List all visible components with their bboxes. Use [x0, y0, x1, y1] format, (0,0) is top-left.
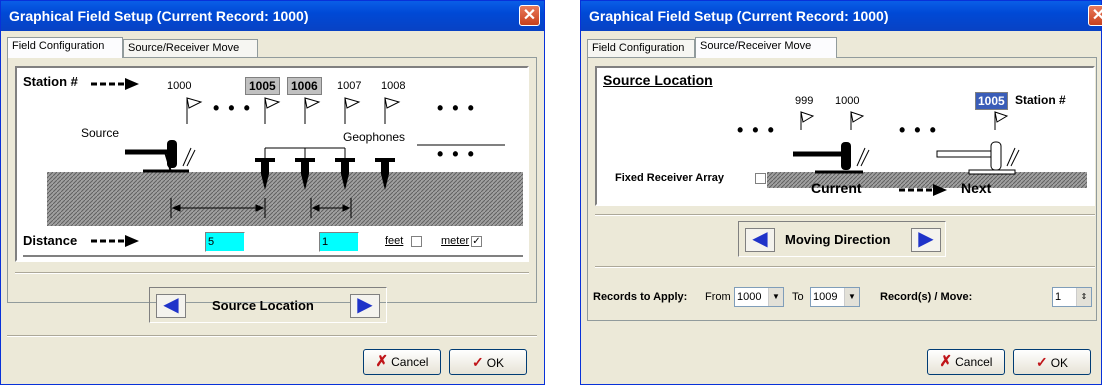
- separator: [595, 266, 1095, 268]
- ok-button[interactable]: ✓ OK: [449, 349, 527, 375]
- source-distance-input[interactable]: 5: [205, 232, 245, 252]
- ground-layer: [47, 172, 523, 226]
- separator: [15, 272, 529, 274]
- field-diagram: Station # 1000 1005 1006 1007 1008 • • •…: [15, 66, 529, 262]
- cancel-button[interactable]: ✗ Cancel: [363, 349, 441, 375]
- dialog-title: Graphical Field Setup (Current Record: 1…: [1, 1, 544, 31]
- check-icon: ✓: [471, 354, 484, 370]
- tab-panel: Source Location 999 1000 1005 Station # …: [587, 57, 1097, 321]
- per-move-label: Record(s) / Move:: [880, 291, 973, 303]
- title-text: Graphical Field Setup (Current Record: 1…: [9, 8, 309, 24]
- nav-label: Source Location: [212, 298, 314, 313]
- ok-button[interactable]: ✓ OK: [1013, 349, 1091, 375]
- cancel-button[interactable]: ✗ Cancel: [927, 349, 1005, 375]
- station-number: 1000: [835, 95, 860, 107]
- nav-label: Moving Direction: [785, 232, 891, 247]
- field-config-dialog: Graphical Field Setup (Current Record: 1…: [0, 0, 545, 385]
- moving-direction-nav: ◀ Moving Direction ▶: [738, 221, 946, 257]
- feet-label: feet: [385, 235, 404, 247]
- cancel-icon: ✗: [939, 353, 953, 370]
- spinner-icon[interactable]: ⇕: [1076, 288, 1091, 306]
- dots-indicator: • • •: [213, 98, 252, 118]
- next-arrow-icon[interactable]: ▶: [911, 228, 941, 252]
- cancel-icon: ✗: [375, 353, 389, 370]
- tab-field-configuration[interactable]: Field Configuration: [7, 37, 123, 58]
- next-label: Next: [961, 180, 992, 196]
- dialog-title: Graphical Field Setup (Current Record: 1…: [581, 1, 1102, 31]
- previous-arrow-icon[interactable]: ◀: [745, 228, 775, 252]
- feet-checkbox[interactable]: [411, 236, 422, 247]
- next-arrow-icon[interactable]: ▶: [350, 294, 380, 318]
- fixed-receiver-label: Fixed Receiver Array: [615, 172, 725, 184]
- station-number: 1008: [381, 80, 406, 92]
- dots-indicator: • • •: [437, 144, 476, 164]
- station-number-input[interactable]: 1005: [975, 92, 1008, 110]
- station-number: 1007: [337, 80, 362, 92]
- to-dropdown[interactable]: 1009 ▼: [810, 287, 860, 307]
- tab-panel: Station # 1000 1005 1006 1007 1008 • • •…: [7, 57, 537, 303]
- close-icon[interactable]: ✕: [1088, 5, 1102, 26]
- dots-indicator: • • •: [737, 120, 776, 140]
- check-icon: ✓: [1035, 354, 1048, 370]
- separator: [595, 214, 1095, 216]
- station-number: 1000: [167, 80, 192, 92]
- dots-indicator: • • •: [437, 98, 476, 118]
- per-move-stepper[interactable]: 1 ⇕: [1052, 287, 1092, 307]
- source-location-heading: Source Location: [603, 72, 713, 88]
- current-label: Current: [811, 180, 862, 196]
- geophone-spacing-input[interactable]: 1: [319, 232, 359, 252]
- records-label: Records to Apply:: [593, 291, 688, 303]
- to-label: To: [792, 291, 804, 303]
- from-dropdown[interactable]: 1000 ▼: [734, 287, 784, 307]
- station-label: Station #: [23, 74, 78, 89]
- source-location-nav: ◀ Source Location ▶: [149, 287, 387, 323]
- fixed-receiver-checkbox[interactable]: [755, 173, 766, 184]
- previous-arrow-icon[interactable]: ◀: [156, 294, 186, 318]
- meter-checkbox[interactable]: ✓: [471, 236, 482, 247]
- dots-indicator: • • •: [899, 120, 938, 140]
- separator: [7, 335, 537, 337]
- distance-label: Distance: [23, 233, 78, 248]
- tab-source-receiver-move[interactable]: Source/Receiver Move: [123, 39, 258, 57]
- geophones-label: Geophones: [343, 130, 406, 144]
- station-number: 1006: [287, 77, 322, 95]
- chevron-down-icon[interactable]: ▼: [844, 288, 859, 306]
- station-number: 999: [795, 95, 814, 107]
- meter-label: meter: [441, 235, 470, 247]
- title-text: Graphical Field Setup (Current Record: 1…: [589, 8, 889, 24]
- close-icon[interactable]: ✕: [519, 5, 540, 26]
- source-label: Source: [81, 126, 120, 140]
- from-label: From: [705, 291, 731, 303]
- station-number: 1005: [245, 77, 280, 95]
- tab-source-receiver-move[interactable]: Source/Receiver Move: [695, 37, 837, 58]
- move-diagram: Source Location 999 1000 1005 Station # …: [595, 66, 1095, 206]
- station-suffix-label: Station #: [1015, 93, 1066, 107]
- chevron-down-icon[interactable]: ▼: [768, 288, 783, 306]
- tab-field-configuration[interactable]: Field Configuration: [587, 39, 695, 57]
- source-receiver-move-dialog: Graphical Field Setup (Current Record: 1…: [580, 0, 1102, 385]
